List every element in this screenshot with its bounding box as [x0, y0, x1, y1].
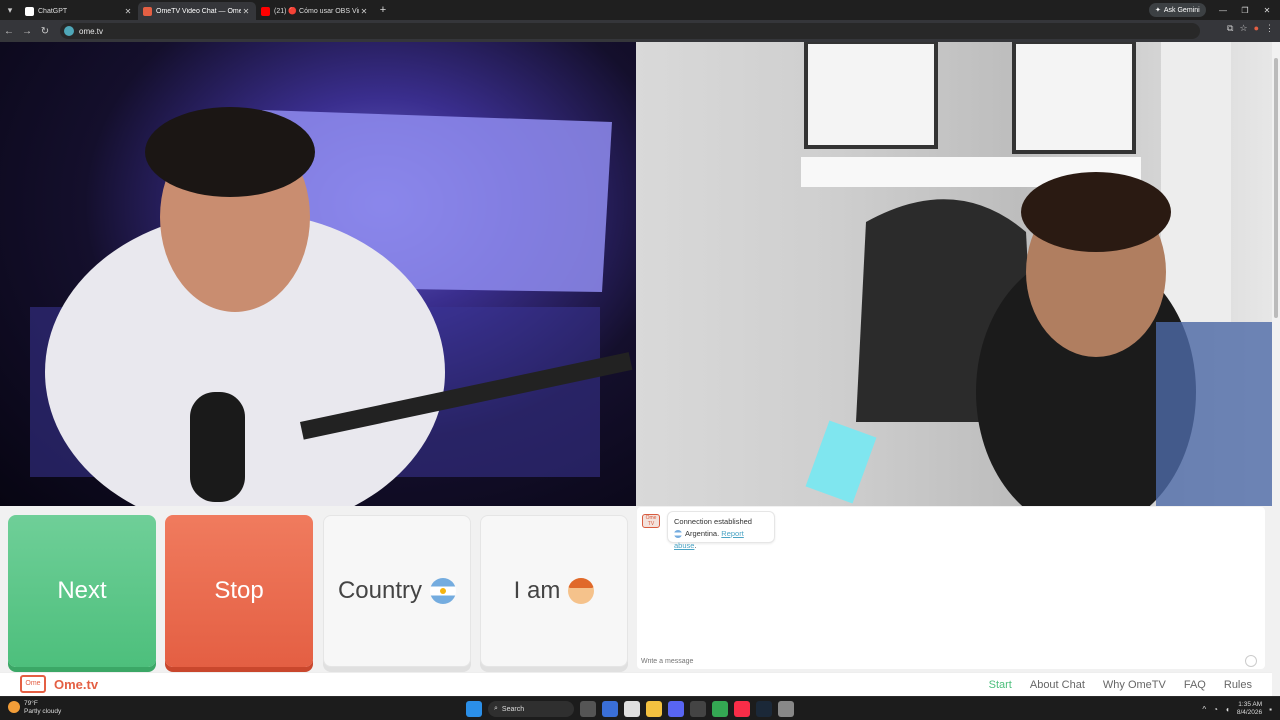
- gender-label: I am: [513, 577, 561, 604]
- emoji-icon[interactable]: [1245, 655, 1257, 667]
- stranger-video: [636, 42, 1272, 506]
- youtube-favicon-icon: [261, 6, 270, 16]
- stop-label: Stop: [214, 577, 264, 604]
- nav-link-about-chat[interactable]: About Chat: [1030, 679, 1085, 691]
- tab-youtube[interactable]: (21) 🔴 Cómo usar OBS Virtual ✕: [256, 2, 374, 20]
- address-bar-row: ← → ↻ ome.tv ⧉ ☆ ● ⋮: [0, 20, 1280, 42]
- copilot-icon[interactable]: [602, 701, 618, 717]
- bookmark-star-icon[interactable]: ☆: [1239, 23, 1247, 34]
- nav-link-rules[interactable]: Rules: [1224, 679, 1252, 691]
- steam-icon[interactable]: [756, 701, 772, 717]
- file-explorer-icon[interactable]: [646, 701, 662, 717]
- discord-icon[interactable]: [668, 701, 684, 717]
- new-tab-button[interactable]: +: [374, 4, 392, 16]
- country-button[interactable]: Country: [323, 515, 471, 667]
- settings-icon[interactable]: [778, 701, 794, 717]
- tab-title: OmeTV Video Chat — Ome: [156, 7, 241, 15]
- store-icon[interactable]: [624, 701, 640, 717]
- menu-kebab-icon[interactable]: ⋮: [1265, 23, 1274, 34]
- nav-link-why-ometv[interactable]: Why OmeTV: [1103, 679, 1166, 691]
- nav-link-start[interactable]: Start: [989, 679, 1012, 691]
- close-tab-icon[interactable]: ✕: [359, 7, 369, 16]
- music-icon[interactable]: [734, 701, 750, 717]
- start-icon[interactable]: [466, 701, 482, 717]
- temperature: 79°F: [24, 700, 38, 707]
- country-label: Country: [337, 577, 423, 604]
- tv-logo-icon: Ome: [20, 675, 46, 693]
- weather-icon: [8, 701, 20, 713]
- boy-face-icon: [568, 578, 595, 604]
- connection-status: Connection established: [674, 517, 752, 526]
- forward-icon[interactable]: →: [18, 20, 36, 42]
- weather-text: Partly cloudy: [24, 708, 62, 715]
- address-input[interactable]: ome.tv: [60, 23, 1200, 39]
- stranger-video-scene: [801, 42, 1272, 506]
- chrome-icon[interactable]: [712, 701, 728, 717]
- clock-time: 1:35 AM: [1238, 701, 1263, 708]
- local-video: [0, 42, 636, 506]
- local-video-scene: [30, 107, 633, 506]
- clock[interactable]: 1:35 AM 8/4/2026: [1237, 701, 1262, 717]
- notification-icon[interactable]: ▪: [1269, 705, 1272, 714]
- ometv-page: Next Stop Country I am Ome TV Connection…: [0, 42, 1280, 696]
- logo-text: Ome.tv: [54, 676, 99, 692]
- argentina-flag-icon: [430, 578, 457, 604]
- next-label: Next: [57, 577, 107, 604]
- message-input[interactable]: [641, 655, 1241, 667]
- weather-widget[interactable]: 79°F Partly cloudy: [8, 700, 61, 716]
- close-tab-icon[interactable]: ✕: [241, 7, 251, 16]
- obs-icon[interactable]: [690, 701, 706, 717]
- gender-button[interactable]: I am: [480, 515, 628, 667]
- stop-button[interactable]: Stop: [165, 515, 313, 667]
- back-icon[interactable]: ←: [0, 20, 18, 42]
- chat-panel: Ome TV Connection established Argentina.…: [637, 507, 1265, 669]
- chatgpt-favicon-icon: [25, 6, 34, 16]
- search-label: Search: [501, 705, 525, 713]
- ometv-favicon-icon: [143, 6, 152, 16]
- tab-title: (21) 🔴 Cómo usar OBS Virtual: [274, 8, 359, 15]
- search-icon: ⌕: [494, 705, 498, 712]
- system-message: Connection established Argentina. Report…: [667, 511, 775, 550]
- gemini-icon: ✦: [1155, 7, 1161, 14]
- stranger-country: Argentina.: [685, 529, 720, 538]
- gemini-label: Ask Gemini: [1163, 6, 1200, 14]
- browser-tab-bar: ▾ ChatGPT ✕ OmeTV Video Chat — Ome ✕ (21…: [0, 0, 1280, 20]
- site-info-icon[interactable]: [64, 26, 74, 36]
- address-text: ome.tv: [79, 26, 104, 36]
- profile-icon[interactable]: ●: [1254, 23, 1259, 34]
- task-view-icon[interactable]: [580, 701, 596, 717]
- ask-gemini-button[interactable]: ✦ Ask Gemini: [1149, 3, 1206, 17]
- reload-icon[interactable]: ↻: [36, 20, 54, 42]
- minimize-icon[interactable]: —: [1212, 0, 1234, 20]
- network-icon[interactable]: ◔: [1213, 705, 1218, 714]
- page-scrollbar[interactable]: [1272, 42, 1280, 696]
- install-icon[interactable]: ⧉: [1227, 23, 1233, 34]
- nav-link-faq[interactable]: FAQ: [1184, 679, 1206, 691]
- tab-search-icon[interactable]: ▾: [0, 0, 20, 20]
- taskbar-search[interactable]: ⌕ Search: [488, 701, 574, 717]
- argentina-flag-icon: [674, 530, 682, 539]
- ometv-chat-logo-icon: Ome TV: [642, 514, 660, 528]
- maximize-icon[interactable]: ❐: [1234, 0, 1256, 20]
- tab-title: ChatGPT: [38, 7, 68, 15]
- volume-icon[interactable]: ◖: [1225, 705, 1230, 714]
- clock-date: 8/4/2026: [1236, 709, 1263, 716]
- tab-ometv[interactable]: OmeTV Video Chat — Ome ✕: [138, 2, 256, 20]
- page-footer: Ome Ome.tv Start About Chat Why OmeTV FA…: [0, 672, 1272, 696]
- close-tab-icon[interactable]: ✕: [123, 7, 133, 16]
- tab-chatgpt[interactable]: ChatGPT ✕: [20, 2, 138, 20]
- windows-taskbar: 79°F Partly cloudy ⌕ Search ^ ◔ ◖ 1:35 AM…: [0, 696, 1280, 720]
- chevron-up-icon[interactable]: ^: [1202, 705, 1206, 714]
- report-period: .: [694, 541, 697, 550]
- next-button[interactable]: Next: [8, 515, 156, 667]
- close-window-icon[interactable]: ✕: [1256, 0, 1278, 20]
- scrollbar-thumb[interactable]: [1274, 58, 1278, 318]
- ometv-logo[interactable]: Ome Ome.tv: [20, 675, 98, 693]
